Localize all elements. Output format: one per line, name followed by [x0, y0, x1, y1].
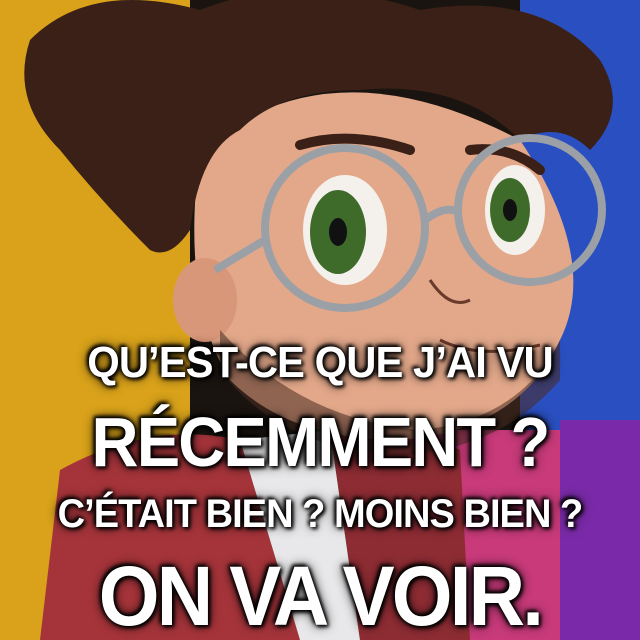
caption-line-4: ON VA VOIR. — [98, 549, 544, 640]
caption-line-3: C’ÉTAIT BIEN ? MOINS BIEN ? — [57, 492, 584, 536]
cover-image: QU’EST-CE QUE J’AI VU RÉCEMMENT ? C’ÉTAI… — [0, 0, 640, 640]
cartoon-portrait-illustration — [0, 0, 640, 640]
caption-line-2: RÉCEMMENT ? — [91, 403, 551, 481]
ear — [173, 258, 237, 342]
caption-line-1: QU’EST-CE QUE J’AI VU — [87, 338, 553, 387]
